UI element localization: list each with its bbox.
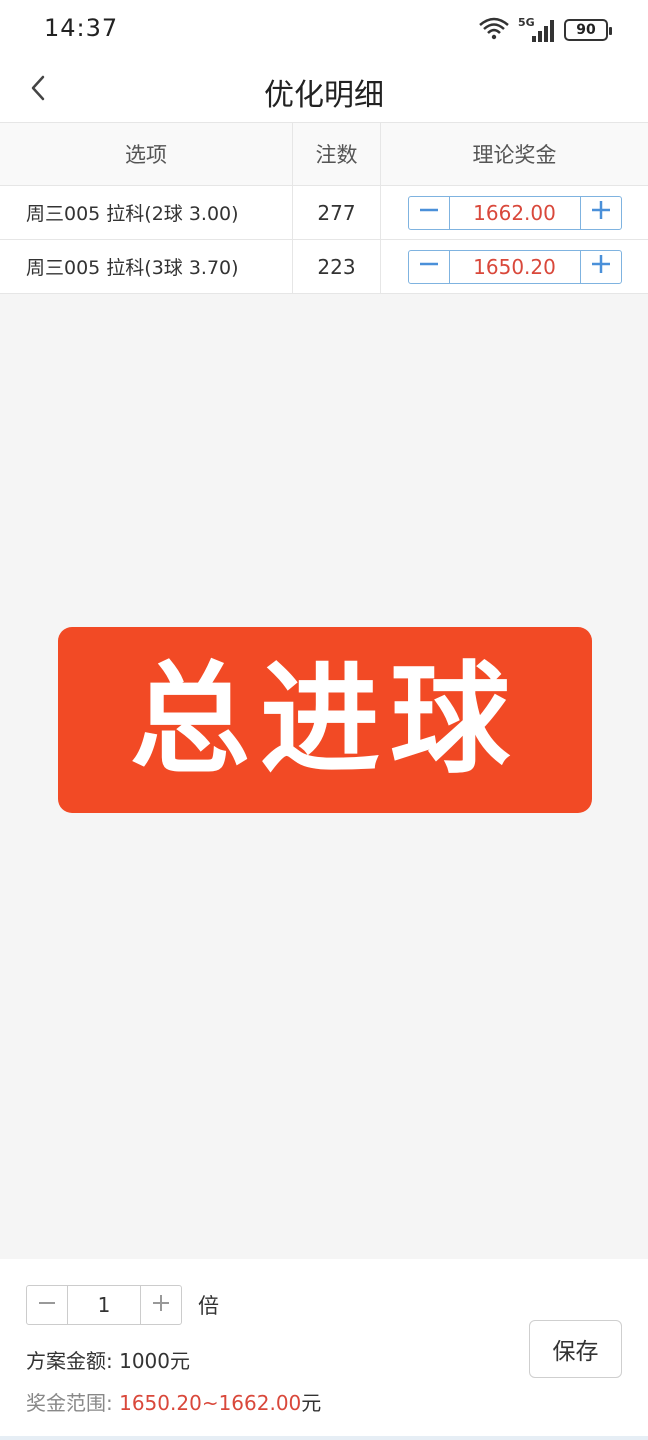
prize-value[interactable]: 1662.00 bbox=[449, 195, 580, 230]
optimization-table: 选项 注数 理论奖金 周三005 拉科(2球 3.00) 277 1662.00 bbox=[0, 122, 648, 294]
table-row: 周三005 拉科(3球 3.70) 223 1650.20 bbox=[0, 240, 648, 294]
prize-stepper-cell: 1650.20 bbox=[381, 240, 648, 293]
minus-icon bbox=[418, 253, 440, 280]
prize-decrement-button[interactable] bbox=[407, 249, 450, 284]
plus-icon bbox=[151, 1293, 171, 1317]
table-row: 周三005 拉科(2球 3.00) 277 1662.00 bbox=[0, 186, 648, 240]
signal-icon: 5G bbox=[518, 16, 556, 44]
banner-text: 总进球 bbox=[130, 649, 520, 790]
prize-increment-button[interactable] bbox=[579, 249, 622, 284]
status-bar: 14:37 5G 90 bbox=[0, 0, 648, 60]
battery-icon: 90 bbox=[564, 19, 612, 41]
header-count: 注数 bbox=[293, 123, 381, 185]
save-button[interactable]: 保存 bbox=[529, 1320, 622, 1378]
wifi-icon bbox=[478, 16, 510, 44]
prize-range-label: 奖金范围: bbox=[26, 1391, 113, 1415]
multiplier-increment-button[interactable] bbox=[141, 1286, 181, 1324]
plan-amount: 方案金额: 1000元 bbox=[26, 1349, 190, 1373]
prize-range: 奖金范围: 1650.20~1662.00元 bbox=[26, 1387, 321, 1416]
row-option: 周三005 拉科(3球 3.70) bbox=[0, 240, 293, 293]
prize-range-value: 1650.20~1662.00 bbox=[119, 1391, 302, 1415]
multiplier-unit: 倍 bbox=[198, 1294, 219, 1318]
footer-panel: 1 倍 方案金额: 1000元 奖金范围: 1650.20~1662.00元 保… bbox=[0, 1259, 648, 1440]
row-count: 277 bbox=[293, 186, 381, 239]
prize-value[interactable]: 1650.20 bbox=[449, 249, 580, 284]
header-option: 选项 bbox=[0, 123, 293, 185]
multiplier-stepper: 1 bbox=[26, 1285, 182, 1325]
table-header: 选项 注数 理论奖金 bbox=[0, 122, 648, 186]
prize-decrement-button[interactable] bbox=[407, 195, 450, 230]
prize-increment-button[interactable] bbox=[579, 195, 622, 230]
total-goals-banner: 总进球 bbox=[58, 627, 592, 813]
prize-stepper-cell: 1662.00 bbox=[381, 186, 648, 239]
plus-icon bbox=[590, 253, 612, 280]
nav-bar: 优化明细 bbox=[0, 60, 648, 122]
multiplier-decrement-button[interactable] bbox=[27, 1286, 67, 1324]
row-option: 周三005 拉科(2球 3.00) bbox=[0, 186, 293, 239]
multiplier-input[interactable]: 1 bbox=[67, 1286, 141, 1324]
page-title: 优化明细 bbox=[264, 78, 384, 113]
status-icons: 5G 90 bbox=[478, 14, 612, 46]
plus-icon bbox=[590, 199, 612, 226]
status-time: 14:37 bbox=[44, 14, 119, 42]
prize-stepper: 1650.20 bbox=[407, 249, 622, 284]
multiplier-control: 1 倍 bbox=[26, 1285, 219, 1325]
prize-range-unit: 元 bbox=[301, 1391, 322, 1415]
header-prize: 理论奖金 bbox=[472, 143, 557, 167]
row-count: 223 bbox=[293, 240, 381, 293]
minus-icon bbox=[418, 199, 440, 226]
prize-stepper: 1662.00 bbox=[407, 195, 622, 230]
minus-icon bbox=[37, 1293, 57, 1317]
